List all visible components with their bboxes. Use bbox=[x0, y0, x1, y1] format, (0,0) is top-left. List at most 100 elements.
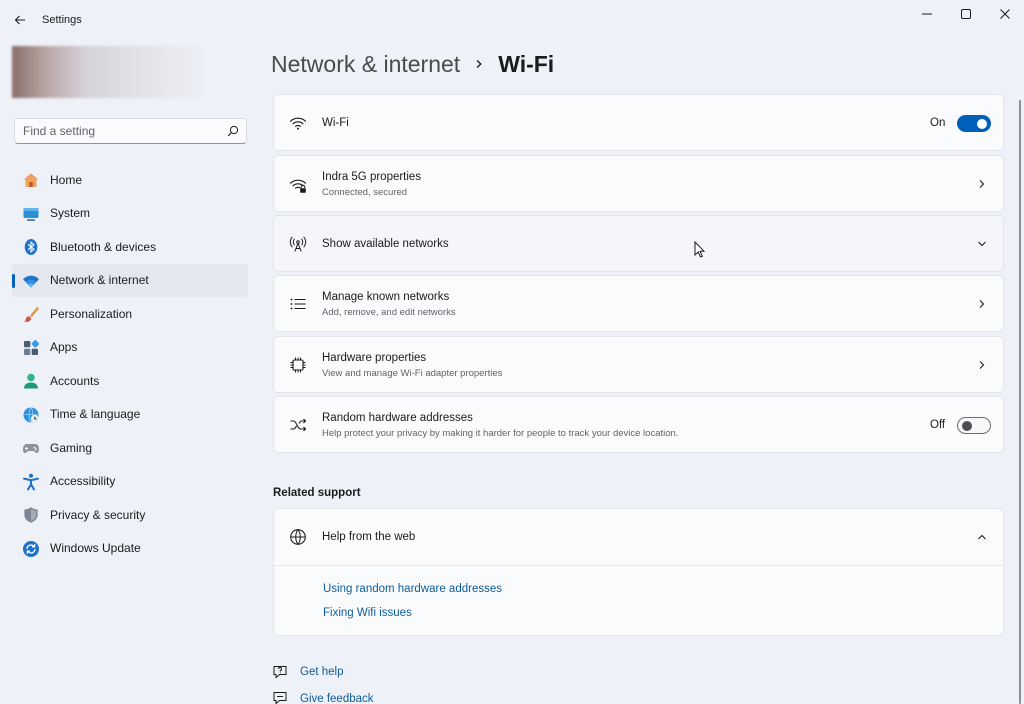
app-title: Settings bbox=[42, 14, 82, 26]
home-icon bbox=[22, 171, 40, 189]
accounts-icon bbox=[22, 372, 40, 390]
sidebar-item-personalization[interactable]: Personalization bbox=[12, 297, 248, 331]
maximize-button[interactable] bbox=[948, 4, 984, 24]
help-link-fixing-wifi[interactable]: Fixing Wifi issues bbox=[323, 607, 412, 619]
brush-icon bbox=[22, 305, 40, 323]
bluetooth-icon bbox=[22, 238, 40, 256]
chevron-right-icon bbox=[975, 297, 989, 311]
shuffle-icon bbox=[288, 415, 308, 435]
sidebar-item-label: Personalization bbox=[50, 306, 133, 321]
get-help-icon bbox=[272, 664, 288, 680]
back-arrow-icon bbox=[14, 15, 25, 25]
sidebar-item-system[interactable]: System bbox=[12, 197, 248, 231]
chevron-right-icon bbox=[975, 358, 989, 372]
give-feedback-link[interactable]: Give feedback bbox=[300, 693, 374, 704]
breadcrumb-parent[interactable]: Network & internet bbox=[271, 51, 460, 78]
sidebar-item-network[interactable]: Network & internet bbox=[12, 263, 248, 297]
wifi-icon bbox=[288, 113, 308, 133]
help-from-web-card: Help from the web Using random hardware … bbox=[273, 508, 1004, 636]
network-properties-row[interactable]: Indra 5G properties Connected, secured bbox=[273, 155, 1004, 212]
help-link-random-addresses[interactable]: Using random hardware addresses bbox=[323, 583, 502, 595]
wifi-toggle-state: On bbox=[930, 117, 946, 129]
network-properties-title: Indra 5G properties bbox=[322, 171, 422, 183]
close-button[interactable] bbox=[987, 4, 1023, 24]
sidebar-nav: Home System Bluetooth & devices Network … bbox=[12, 163, 248, 565]
wifi-toggle-card: Wi-Fi On bbox=[273, 94, 1004, 151]
sidebar-item-bluetooth[interactable]: Bluetooth & devices bbox=[12, 230, 248, 264]
chevron-up-icon bbox=[975, 530, 989, 544]
sidebar-item-label: Gaming bbox=[50, 440, 93, 455]
wifi-title: Wi-Fi bbox=[322, 117, 349, 129]
sidebar-item-apps[interactable]: Apps bbox=[12, 331, 248, 365]
wifi-lock-icon bbox=[288, 175, 308, 195]
chevron-down-icon bbox=[975, 237, 989, 251]
accessibility-icon bbox=[22, 473, 40, 491]
sidebar-item-accessibility[interactable]: Accessibility bbox=[12, 465, 248, 499]
maximize-icon bbox=[961, 9, 971, 19]
sidebar-item-privacy-security[interactable]: Privacy & security bbox=[12, 498, 248, 532]
sidebar-item-label: System bbox=[50, 206, 91, 221]
sidebar-item-label: Privacy & security bbox=[50, 507, 146, 522]
back-button[interactable] bbox=[8, 6, 32, 34]
network-properties-subtitle: Connected, secured bbox=[322, 187, 408, 198]
chip-icon bbox=[288, 355, 308, 375]
random-hardware-addresses-row: Random hardware addresses Help protect y… bbox=[273, 396, 1004, 453]
sidebar-item-gaming[interactable]: Gaming bbox=[12, 431, 248, 465]
help-from-web-header[interactable]: Help from the web bbox=[274, 509, 1003, 565]
feedback-icon bbox=[272, 690, 288, 704]
sidebar-item-label: Apps bbox=[50, 340, 78, 355]
user-avatar[interactable] bbox=[12, 46, 200, 98]
wifi-toggle[interactable] bbox=[957, 115, 991, 132]
network-icon bbox=[22, 272, 40, 290]
chevron-right-icon bbox=[975, 177, 989, 191]
breadcrumb: Network & internet Wi-Fi bbox=[271, 48, 554, 80]
sidebar-item-label: Accessibility bbox=[50, 474, 116, 489]
shield-icon bbox=[22, 506, 40, 524]
sidebar-item-label: Bluetooth & devices bbox=[50, 239, 157, 254]
search-icon[interactable] bbox=[227, 125, 239, 137]
antenna-icon bbox=[288, 234, 308, 254]
minimize-icon bbox=[922, 13, 932, 15]
sidebar-item-label: Time & language bbox=[50, 407, 141, 422]
get-help-link[interactable]: Get help bbox=[300, 666, 343, 678]
globe-icon bbox=[288, 527, 308, 547]
manage-known-networks-row[interactable]: Manage known networks Add, remove, and e… bbox=[273, 275, 1004, 332]
random-hardware-addresses-subtitle: Help protect your privacy by making it h… bbox=[322, 428, 679, 439]
hardware-properties-title: Hardware properties bbox=[322, 352, 427, 364]
random-addresses-toggle[interactable] bbox=[957, 417, 991, 434]
gamepad-icon bbox=[22, 439, 40, 457]
manage-known-networks-subtitle: Add, remove, and edit networks bbox=[322, 307, 456, 318]
sidebar-item-home[interactable]: Home bbox=[12, 163, 248, 197]
show-available-networks-title: Show available networks bbox=[322, 238, 449, 250]
sidebar-item-label: Windows Update bbox=[50, 541, 141, 556]
hardware-properties-subtitle: View and manage Wi-Fi adapter properties bbox=[322, 368, 503, 379]
sidebar-item-label: Network & internet bbox=[50, 273, 149, 288]
show-available-networks-row[interactable]: Show available networks bbox=[273, 215, 1004, 272]
apps-icon bbox=[22, 339, 40, 357]
system-icon bbox=[22, 205, 40, 223]
title-bar: Settings bbox=[0, 0, 1024, 40]
divider bbox=[274, 565, 1003, 566]
sidebar-item-label: Home bbox=[50, 172, 83, 187]
list-icon bbox=[288, 294, 308, 314]
random-addresses-toggle-state: Off bbox=[930, 419, 946, 431]
manage-known-networks-title: Manage known networks bbox=[322, 291, 450, 303]
close-icon bbox=[1000, 9, 1010, 19]
scrollbar[interactable] bbox=[1019, 100, 1021, 704]
related-support-heading: Related support bbox=[273, 487, 361, 499]
hardware-properties-row[interactable]: Hardware properties View and manage Wi-F… bbox=[273, 336, 1004, 393]
random-hardware-addresses-title: Random hardware addresses bbox=[322, 412, 473, 424]
minimize-button[interactable] bbox=[909, 4, 945, 24]
search-box bbox=[14, 118, 247, 144]
chevron-right-icon bbox=[474, 59, 484, 69]
sidebar-item-label: Accounts bbox=[50, 373, 100, 388]
update-icon bbox=[22, 540, 40, 558]
globe-clock-icon bbox=[22, 406, 40, 424]
search-input[interactable] bbox=[15, 119, 220, 143]
sidebar-item-time-language[interactable]: Time & language bbox=[12, 398, 248, 432]
mouse-cursor-icon bbox=[694, 241, 706, 258]
page-title: Wi-Fi bbox=[498, 50, 555, 77]
sidebar-item-accounts[interactable]: Accounts bbox=[12, 364, 248, 398]
sidebar-item-windows-update[interactable]: Windows Update bbox=[12, 532, 248, 566]
help-from-web-title: Help from the web bbox=[322, 531, 416, 543]
